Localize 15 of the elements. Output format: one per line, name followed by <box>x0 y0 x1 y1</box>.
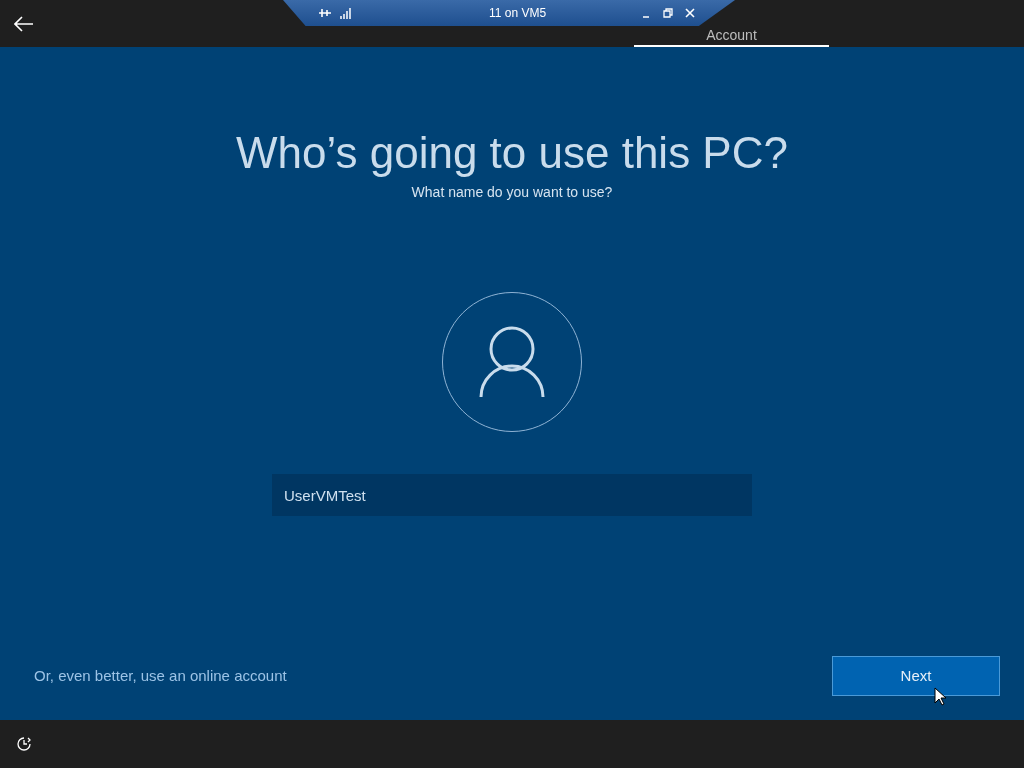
page-subheading: What name do you want to use? <box>411 183 613 202</box>
name-input-field[interactable]: UserVMTest <box>272 474 752 516</box>
mouse-cursor-icon <box>934 687 946 706</box>
accessibility-icon[interactable] <box>16 736 32 752</box>
online-account-link[interactable]: Or, even better, use an online account <box>34 664 287 688</box>
back-arrow-icon <box>13 15 34 32</box>
connection-title: 11 on VM5 <box>489 5 547 22</box>
close-icon[interactable] <box>685 8 695 18</box>
next-button[interactable]: Next <box>832 656 1000 696</box>
page-heading: Who’s going to use this PC? <box>236 127 788 179</box>
restore-icon[interactable] <box>663 8 673 18</box>
step-tab[interactable]: Account <box>706 27 757 43</box>
signal-icon <box>340 7 352 19</box>
user-icon <box>479 325 545 399</box>
pin-icon[interactable] <box>318 8 332 18</box>
